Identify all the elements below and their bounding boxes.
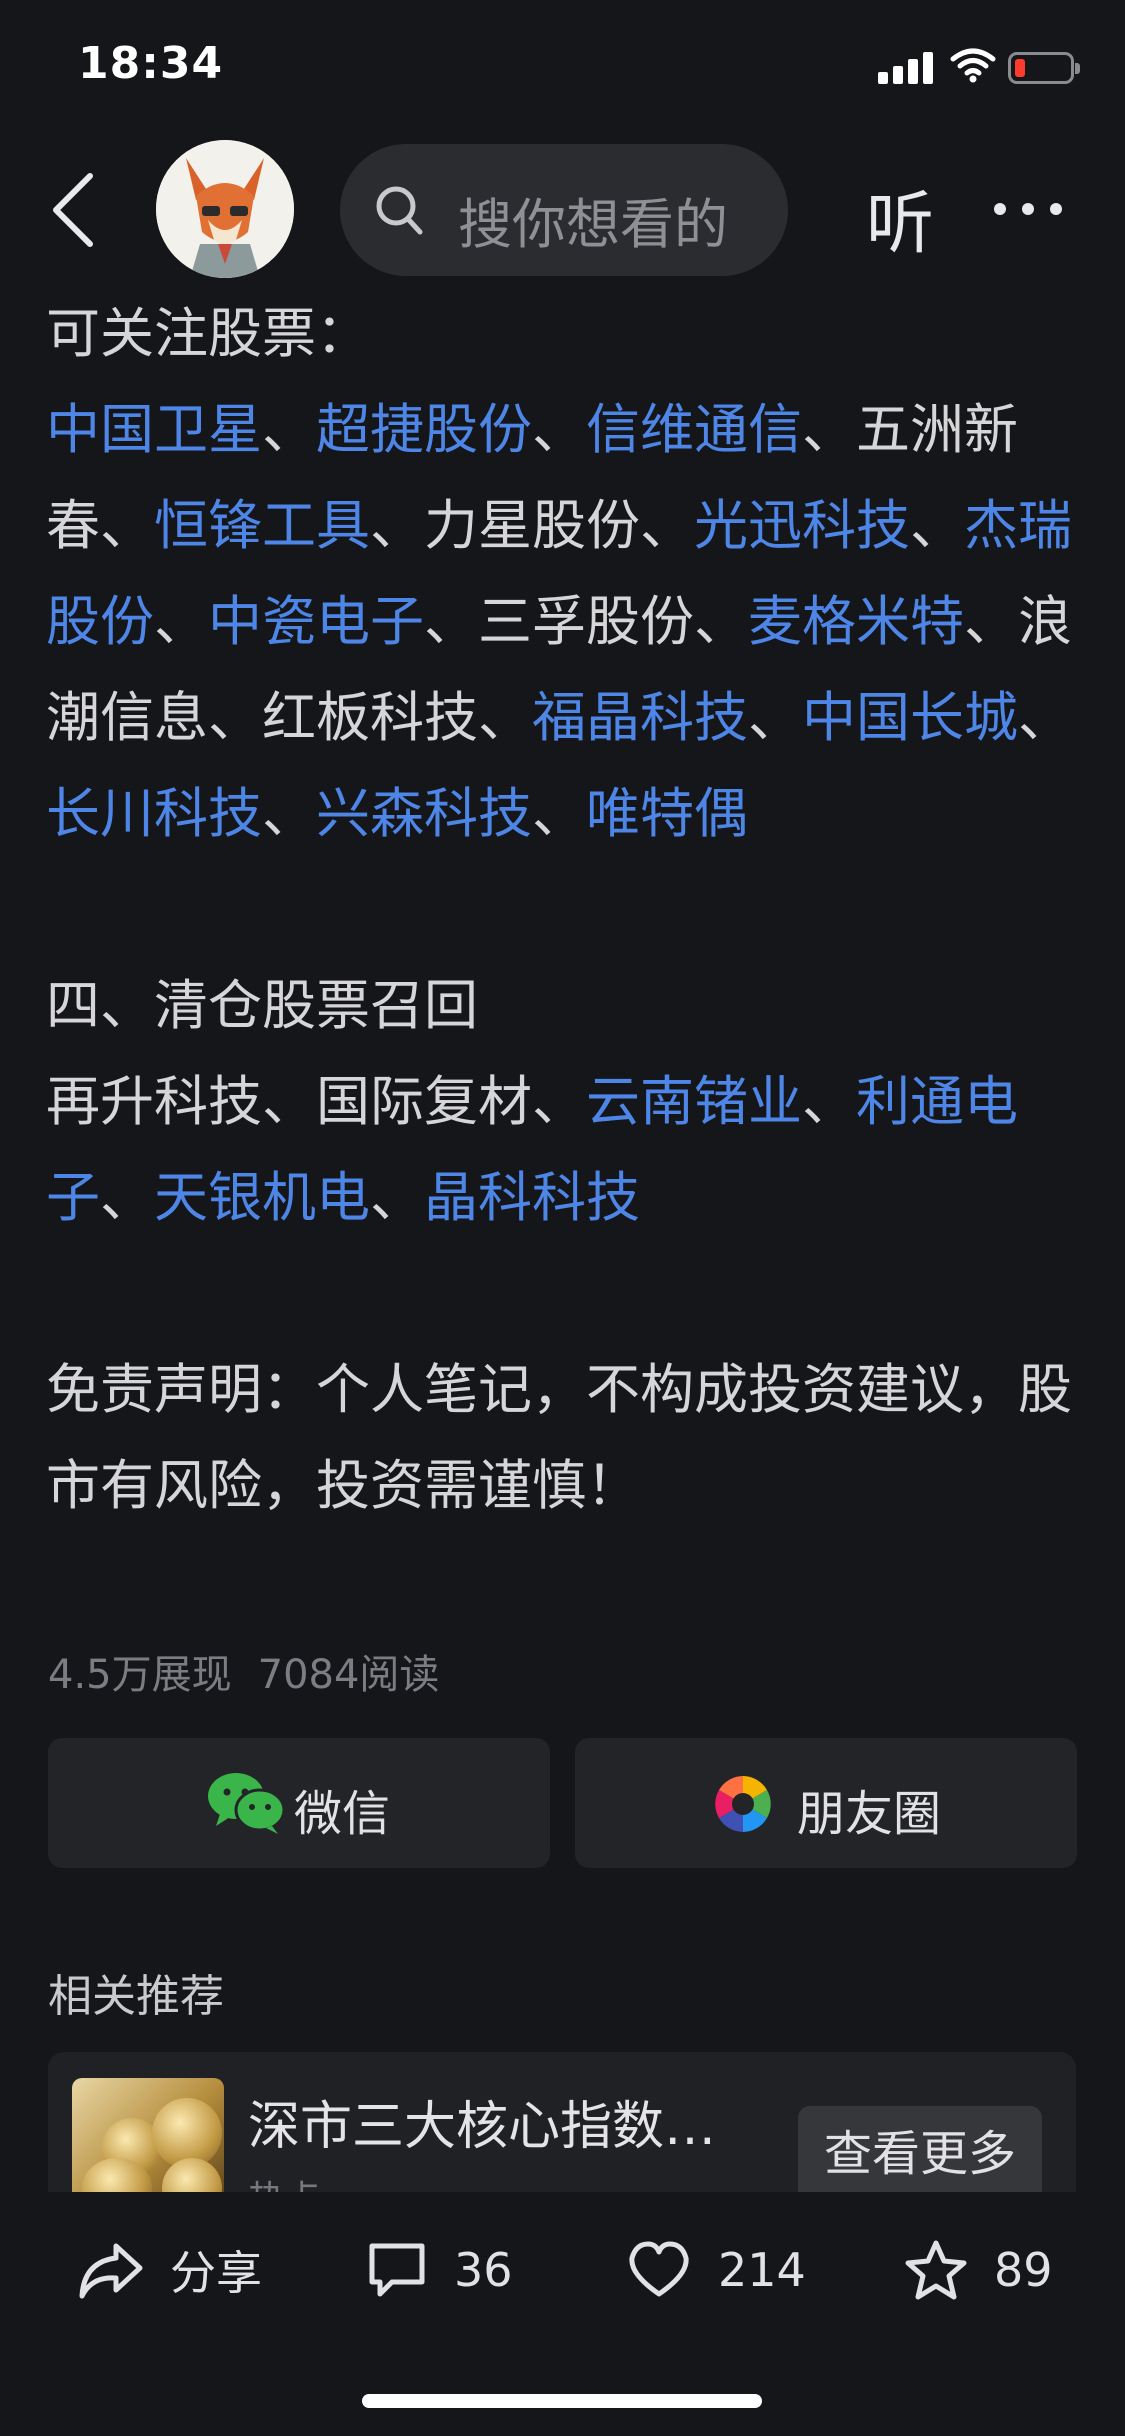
stock-name[interactable]: 中瓷电子 [208,590,424,653]
stock-name: 三孚股份 [478,590,694,653]
stock-name: 力星股份 [424,494,640,557]
article-stats: 4.5万展现 7084阅读 [48,1642,439,1700]
heart-icon [629,2241,689,2297]
comment-count: 36 [454,2243,513,2297]
disclaimer-text: 免责声明：个人笔记，不构成投资建议，股市有风险，投资需谨慎！ [46,1358,1072,1517]
stock-name: 国际复材 [316,1070,532,1133]
stock-name[interactable]: 恒锋工具 [154,494,370,557]
like-count: 214 [718,2243,806,2297]
stock-name[interactable]: 中国卫星 [46,398,262,461]
related-item-tag: 热点 [248,2170,320,2192]
stock-name[interactable]: 超捷股份 [316,398,532,461]
stock-name[interactable]: 信维通信 [586,398,802,461]
share-wechat-label: 微信 [294,1786,391,1842]
battery-low-icon [1008,52,1080,84]
related-item-title: 深市三大核心指数… [248,2097,717,2157]
status-time: 18:34 [78,38,224,89]
related-section-title: 相关推荐 [48,1971,224,2022]
home-indicator[interactable] [362,2394,762,2408]
article-body: 可关注股票： 中国卫星、超捷股份、信维通信、五洲新春、恒锋工具、力星股份、光迅科… [46,286,1076,1534]
search-placeholder: 搜你想看的 [458,193,728,256]
share-wechat-button[interactable]: 微信 [48,1738,550,1868]
moments-aperture-icon [713,1774,773,1838]
search-bar[interactable]: 搜你想看的 [340,144,788,276]
favorite-count: 89 [994,2243,1053,2297]
author-avatar[interactable] [156,140,294,278]
recall-stocks-list: 再升科技、国际复材、云南锗业、利通电子、天银机电、晶科科技 [46,1070,1018,1229]
related-item[interactable]: 深市三大核心指数… 热点 查看更多 [48,2052,1076,2192]
more-options-icon[interactable] [994,200,1078,219]
search-icon [374,184,424,242]
recall-heading: 四、清仓股票召回 [46,974,478,1037]
views-count: 4.5万展现 [48,1652,232,1698]
stock-name[interactable]: 天银机电 [154,1166,370,1229]
related-thumbnail [72,2078,224,2192]
wifi-icon [950,47,996,87]
share-arrow-icon [79,2243,143,2299]
share-moments-label: 朋友圈 [797,1786,942,1842]
like-action[interactable]: 214 [626,2230,806,2310]
stock-name[interactable]: 麦格米特 [748,590,964,653]
stock-name[interactable]: 兴森科技 [316,782,532,845]
watch-heading: 可关注股票： [46,302,370,365]
cellular-signal-icon [878,50,934,84]
stock-name[interactable]: 光迅科技 [694,494,910,557]
wechat-icon [206,1770,286,1840]
stock-name[interactable]: 福晶科技 [532,686,748,749]
star-icon [905,2240,967,2300]
reads-count: 7084阅读 [257,1652,440,1698]
watch-stocks-list: 中国卫星、超捷股份、信维通信、五洲新春、恒锋工具、力星股份、光迅科技、杰瑞股份、… [46,398,1072,845]
stock-name[interactable]: 长川科技 [46,782,262,845]
favorite-action[interactable]: 89 [904,2230,1053,2310]
stock-name: 红板科技 [262,686,478,749]
back-chevron-icon[interactable] [48,170,98,254]
share-action-label: 分享 [170,2246,262,2300]
comment-action[interactable]: 36 [366,2230,513,2310]
share-action[interactable]: 分享 [78,2230,262,2310]
listen-button[interactable]: 听 [866,168,934,267]
view-more-button[interactable]: 查看更多 [798,2106,1042,2192]
stock-name[interactable]: 中国长城 [802,686,1018,749]
share-moments-button[interactable]: 朋友圈 [575,1738,1077,1868]
stock-name: 再升科技 [46,1070,262,1133]
stock-name[interactable]: 云南锗业 [586,1070,802,1133]
stock-name[interactable]: 唯特偶 [586,782,748,845]
comment-icon [369,2243,425,2297]
stock-name[interactable]: 晶科科技 [424,1166,640,1229]
